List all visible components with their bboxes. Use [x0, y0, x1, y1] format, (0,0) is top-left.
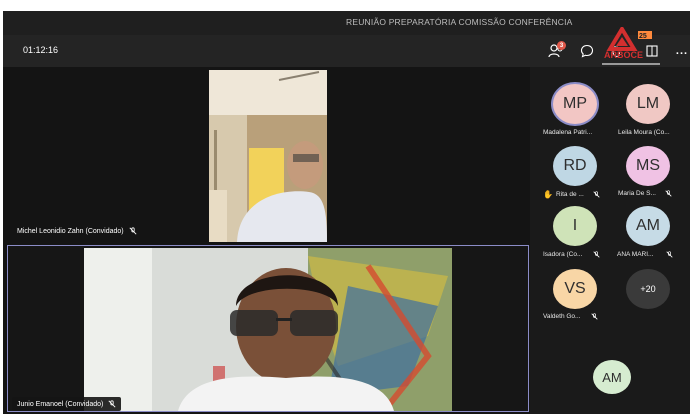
svg-text:25: 25	[639, 33, 647, 40]
meeting-toolbar: 01:12:16 3 ...	[3, 35, 690, 67]
chat-icon[interactable]	[577, 41, 597, 61]
raise-hand-icon: ✋	[543, 190, 553, 199]
mic-muted-icon	[665, 190, 672, 197]
participant-name: ANA MARI...	[617, 251, 654, 258]
more-participants-button[interactable]: +20	[626, 269, 670, 309]
meeting-title: REUNIÃO PREPARATÓRIA COMISSÃO CONFERÊNCI…	[346, 17, 573, 27]
participant-name: Junio Emanoel (Convidado)	[17, 400, 104, 408]
video-name-label: Michel Leonidio Zahn (Convidado)	[12, 224, 142, 238]
avatar-initials: MP	[563, 95, 587, 112]
avatar-initials: I	[572, 217, 578, 234]
participant-name: Maria De S...	[618, 190, 656, 197]
participants-count-badge: 3	[557, 41, 566, 50]
participant-name: Leila Moura (Co...	[618, 129, 670, 136]
more-label: ...	[675, 45, 689, 57]
meeting-timer: 01:12:16	[23, 45, 59, 55]
avatar-initials: LM	[636, 95, 660, 112]
avatar-rita[interactable]: RD	[553, 146, 597, 186]
avatar-ana-maria[interactable]: AM	[626, 206, 670, 246]
participant-name: Madalena Patri...	[543, 129, 593, 136]
more-participants-count: +20	[640, 284, 656, 294]
participant-label: Madalena Patri...	[543, 129, 592, 136]
mic-muted-icon	[591, 313, 599, 320]
avatar-maria[interactable]: MS	[626, 146, 670, 186]
participant-label: Maria De S...	[618, 190, 672, 197]
participant-name: Valdeth Go...	[543, 313, 581, 320]
participant-label: ✋ Rita de ...	[543, 190, 600, 199]
video-tile-junio[interactable]	[7, 245, 529, 412]
avatar-isadora[interactable]: I	[553, 206, 597, 246]
avatar-madalena[interactable]: MP	[553, 84, 597, 124]
watermark-text: ARBOCE	[604, 50, 643, 60]
mic-muted-icon	[129, 227, 137, 235]
mic-muted-icon	[593, 191, 600, 198]
more-icon[interactable]: ...	[673, 41, 690, 61]
participant-label: Isadora (Co...	[543, 251, 600, 258]
participants-icon[interactable]: 3	[546, 41, 566, 61]
mic-muted-icon	[666, 251, 674, 258]
participant-name: Michel Leonidio Zahn (Convidado)	[17, 227, 124, 235]
participant-name: Rita de ...	[555, 191, 584, 198]
avatar-valdeth[interactable]: VS	[553, 269, 597, 309]
avatar-leila[interactable]: LM	[626, 84, 670, 124]
avatar-initials: RD	[563, 157, 587, 174]
window-titlebar: REUNIÃO PREPARATÓRIA COMISSÃO CONFERÊNCI…	[3, 11, 690, 35]
video-tile-michel[interactable]	[209, 70, 327, 242]
self-view-avatar[interactable]: AM	[593, 360, 631, 394]
video-name-label: Junio Emanoel (Convidado)	[12, 397, 122, 411]
arboce-logo: ARBOCE 25	[598, 25, 664, 71]
avatar-initials: MS	[636, 157, 660, 174]
mic-muted-icon	[593, 251, 600, 258]
avatar-initials: AM	[636, 217, 660, 234]
participant-label: Valdeth Go...	[543, 313, 599, 320]
avatar-initials: AM	[602, 369, 622, 385]
avatar-initials: VS	[564, 280, 586, 297]
participant-label: Leila Moura (Co...	[618, 129, 670, 136]
participant-name: Isadora (Co...	[543, 251, 583, 258]
participant-label: ANA MARI...	[617, 251, 674, 258]
mic-muted-icon	[108, 400, 116, 408]
